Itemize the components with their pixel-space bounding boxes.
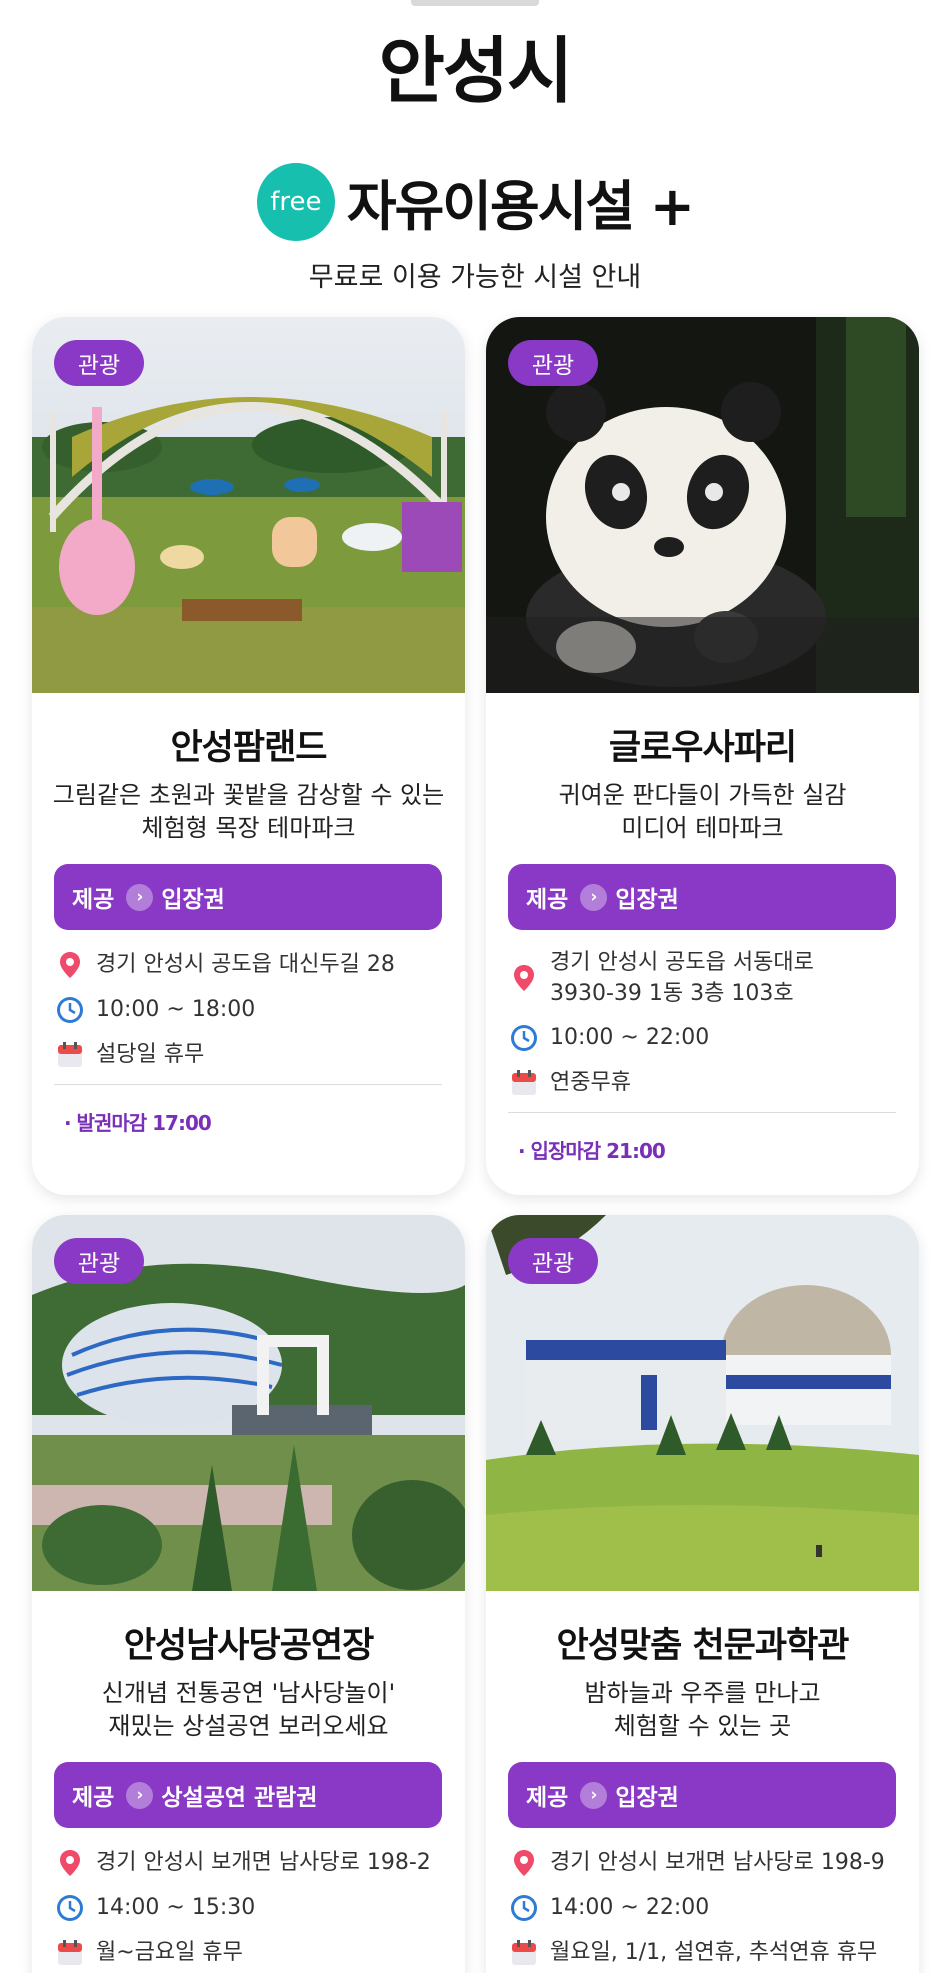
provide-ticket-button[interactable]: 제공 › 상설공연 관람권 <box>54 1762 442 1828</box>
section-header: free 자유이용시설 + <box>0 162 950 241</box>
closed-row: 월요일, 1/1, 설연휴, 추석연휴 휴무 <box>508 1937 908 1969</box>
facility-description: 신개념 전통공연 '남사당놀이' 재밌는 상설공연 보러오세요 <box>32 1677 465 1743</box>
calendar-icon <box>512 1940 536 1965</box>
description-line: 체험형 목장 테마파크 <box>141 814 356 842</box>
chevron-right-icon: › <box>126 883 154 911</box>
deadline-note: · 발권마감 17:00 <box>64 1111 212 1135</box>
provide-value: 입장권 <box>161 887 225 913</box>
closed-row: 연중무휴 <box>508 1067 908 1099</box>
clock-icon <box>57 997 83 1023</box>
divider <box>54 1084 442 1085</box>
description-line: 밤하늘과 우주를 만나고 <box>584 1679 821 1707</box>
address-row: 경기 안성시 보개면 남사당로 198-2 <box>54 1847 454 1879</box>
category-tag: 관광 <box>508 340 598 386</box>
closed-text: 월요일, 1/1, 설연휴, 추석연휴 휴무 <box>550 1940 878 1965</box>
address-text: 경기 안성시 보개면 남사당로 198-9 <box>550 1850 885 1875</box>
category-tag: 관광 <box>508 1238 598 1284</box>
closed-row: 설당일 휴무 <box>54 1039 454 1071</box>
closed-text: 설당일 휴무 <box>96 1042 205 1067</box>
hours-text: 14:00 ~ 15:30 <box>96 1895 256 1920</box>
clock-icon <box>57 1895 83 1921</box>
calendar-icon <box>58 1042 82 1067</box>
facility-info: 경기 안성시 공도읍 서동대로 3930-39 1동 3층 103호 10:00… <box>508 947 908 1099</box>
deadline-note: · 입장마감 21:00 <box>518 1139 666 1163</box>
facility-title: 글로우사파리 <box>608 728 797 768</box>
description-line: 귀여운 판다들이 가득한 실감 <box>558 781 847 809</box>
pin-icon <box>514 965 534 991</box>
hours-row: 14:00 ~ 22:00 <box>508 1892 908 1924</box>
free-badge: free <box>256 162 335 241</box>
provide-label: 제공 <box>526 1785 569 1811</box>
provide-label: 제공 <box>72 1785 115 1811</box>
address-text: 경기 안성시 공도읍 서동대로 <box>550 950 814 975</box>
address-row: 경기 안성시 보개면 남사당로 198-9 <box>508 1847 908 1879</box>
closed-text: 월~금요일 휴무 <box>96 1940 243 1965</box>
hours-row: 14:00 ~ 15:30 <box>54 1892 454 1924</box>
hours-row: 10:00 ~ 22:00 <box>508 1022 908 1054</box>
closed-text: 연중무휴 <box>550 1070 631 1095</box>
chevron-right-icon: › <box>126 1781 154 1809</box>
facility-info: 경기 안성시 보개면 남사당로 198-9 14:00 ~ 22:00 월요일,… <box>508 1847 908 1969</box>
provide-ticket-button[interactable]: 제공 › 입장권 <box>54 864 442 930</box>
section-subtitle: 무료로 이용 가능한 시설 안내 <box>308 262 642 293</box>
provide-ticket-button[interactable]: 제공 › 입장권 <box>508 1762 896 1828</box>
hours-text: 10:00 ~ 18:00 <box>96 997 256 1022</box>
description-line: 신개념 전통공연 '남사당놀이' <box>101 1679 396 1707</box>
clock-icon <box>511 1895 537 1921</box>
address-text: 경기 안성시 보개면 남사당로 198-2 <box>96 1850 431 1875</box>
facility-card-namsadang[interactable]: 관광 안성남사당공연장 신개념 전통공연 '남사당놀이' 재밌는 상설공연 보러… <box>32 1215 465 1973</box>
category-tag: 관광 <box>54 1238 144 1284</box>
facility-description: 밤하늘과 우주를 만나고 체험할 수 있는 곳 <box>486 1677 919 1743</box>
address-row: 경기 안성시 공도읍 대신두길 28 <box>54 949 454 981</box>
divider <box>508 1112 896 1113</box>
pin-icon <box>514 1850 534 1876</box>
provide-value: 상설공연 관람권 <box>161 1785 318 1811</box>
provide-ticket-button[interactable]: 제공 › 입장권 <box>508 864 896 930</box>
category-tag: 관광 <box>54 340 144 386</box>
provide-value: 입장권 <box>615 1785 679 1811</box>
facility-title: 안성남사당공연장 <box>123 1626 375 1666</box>
pin-icon <box>60 1850 80 1876</box>
chevron-right-icon: › <box>580 883 608 911</box>
chevron-right-icon: › <box>580 1781 608 1809</box>
facility-description: 귀여운 판다들이 가득한 실감 미디어 테마파크 <box>486 779 919 845</box>
top-handle <box>411 0 539 6</box>
hours-text: 14:00 ~ 22:00 <box>550 1895 710 1920</box>
hours-row: 10:00 ~ 18:00 <box>54 994 454 1026</box>
provide-value: 입장권 <box>615 887 679 913</box>
address-text: 3930-39 1동 3층 103호 <box>550 981 794 1006</box>
facility-info: 경기 안성시 보개면 남사당로 198-2 14:00 ~ 15:30 월~금요… <box>54 1847 454 1969</box>
pin-icon <box>60 952 80 978</box>
facility-info: 경기 안성시 공도읍 대신두길 28 10:00 ~ 18:00 설당일 휴무 <box>54 949 454 1071</box>
section-title: 자유이용시설 + <box>346 175 695 238</box>
provide-label: 제공 <box>72 887 115 913</box>
hours-text: 10:00 ~ 22:00 <box>550 1025 710 1050</box>
address-row: 경기 안성시 공도읍 서동대로 3930-39 1동 3층 103호 <box>508 947 908 1009</box>
facility-title: 안성맞춤 천문과학관 <box>556 1626 850 1666</box>
facility-card-glow-safari[interactable]: 관광 글로우사파리 귀여운 판다들이 가득한 실감 미디어 테마파크 제공 › … <box>486 317 919 1195</box>
provide-label: 제공 <box>526 887 569 913</box>
description-line: 미디어 테마파크 <box>621 814 784 842</box>
calendar-icon <box>512 1070 536 1095</box>
description-line: 그림같은 초원과 꽃밭을 감상할 수 있는 <box>52 781 445 809</box>
address-text: 경기 안성시 공도읍 대신두길 28 <box>96 952 395 977</box>
clock-icon <box>511 1025 537 1051</box>
facility-description: 그림같은 초원과 꽃밭을 감상할 수 있는 체험형 목장 테마파크 <box>32 779 465 845</box>
facility-card-farmland[interactable]: 관광 안성팜랜드 그림같은 초원과 꽃밭을 감상할 수 있는 체험형 목장 테마… <box>32 317 465 1195</box>
calendar-icon <box>58 1940 82 1965</box>
facility-card-observatory[interactable]: 관광 안성맞춤 천문과학관 밤하늘과 우주를 만나고 체험할 수 있는 곳 제공… <box>486 1215 919 1973</box>
facility-title: 안성팜랜드 <box>170 728 327 768</box>
closed-row: 월~금요일 휴무 <box>54 1937 454 1969</box>
description-line: 체험할 수 있는 곳 <box>613 1712 792 1740</box>
page-title: 안성시 <box>378 29 574 113</box>
description-line: 재밌는 상설공연 보러오세요 <box>108 1712 389 1740</box>
